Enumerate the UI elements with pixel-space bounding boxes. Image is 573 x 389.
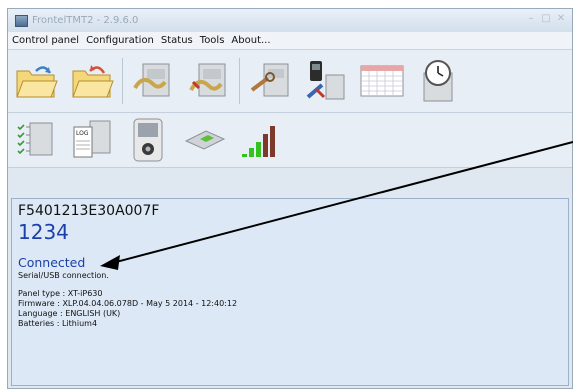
menu-about[interactable]: About... [231,35,270,46]
camera-detector-icon [133,118,163,162]
panel-tools-icon [250,63,289,97]
panel-type-line: Panel type : XT-iP630 [18,289,103,298]
maximize-icon[interactable]: □ [541,14,551,24]
switch-button[interactable] [176,114,232,166]
read-panel-icon [133,63,170,97]
toolbar-separator [239,58,240,104]
connection-status: Connected [18,255,86,270]
minimize-icon[interactable]: – [526,14,536,24]
event-log-icon: LOG [73,120,111,158]
app-window: FrontelTMT2 - 2.9.6.0 – □ ✕ Control pane… [7,8,573,389]
menu-control-panel[interactable]: Control panel [12,35,79,46]
connection-type: Serial/USB connection. [18,271,109,280]
calendar-icon [360,65,404,97]
status-panel: F5401213E30A007F 1234 Connected Serial/U… [11,198,569,386]
checklist-icon [17,122,53,156]
camera-detector-button[interactable] [120,114,176,166]
svg-text:LOG: LOG [76,130,89,137]
app-icon [15,14,28,27]
reload-folder-icon [72,65,114,98]
read-panel-button[interactable] [125,55,181,107]
device-code: 1234 [18,220,69,244]
panel-tools-button[interactable] [242,55,298,107]
device-settings-button[interactable] [298,55,354,107]
firmware-line: Firmware : XLP.04.04.06.078D - May 5 201… [18,299,238,308]
open-folder-button[interactable] [8,55,64,107]
event-log-button[interactable]: LOG [64,114,120,166]
clock-icon [423,60,453,102]
title-bar[interactable]: FrontelTMT2 - 2.9.6.0 – □ ✕ [8,9,572,32]
clock-button[interactable] [410,55,466,107]
reload-folder-button[interactable] [64,55,120,107]
menu-bar: Control panel Configuration Status Tools… [8,32,572,50]
main-toolbar [8,50,572,113]
secondary-toolbar: LOG [8,113,572,168]
signal-strength-button[interactable] [232,114,288,166]
close-icon[interactable]: ✕ [556,14,566,24]
toolbar-separator [122,58,123,104]
device-settings-icon [306,61,345,100]
device-serial: F5401213E30A007F [18,203,160,219]
menu-configuration[interactable]: Configuration [86,35,154,46]
signal-strength-icon [242,126,275,157]
open-folder-icon [16,66,58,98]
switch-icon [184,130,226,150]
write-panel-button[interactable] [181,55,237,107]
language-line: Language : ENGLISH (UK) [18,309,121,318]
calendar-button[interactable] [354,55,410,107]
panel-info: Panel type : XT-iP630 Firmware : XLP.04.… [18,289,562,329]
checklist-button[interactable] [8,114,64,166]
window-title: FrontelTMT2 - 2.9.6.0 [32,15,139,26]
menu-status[interactable]: Status [161,35,193,46]
batteries-line: Batteries : Lithium4 [18,319,98,328]
menu-tools[interactable]: Tools [200,35,225,46]
write-panel-icon [189,63,226,97]
